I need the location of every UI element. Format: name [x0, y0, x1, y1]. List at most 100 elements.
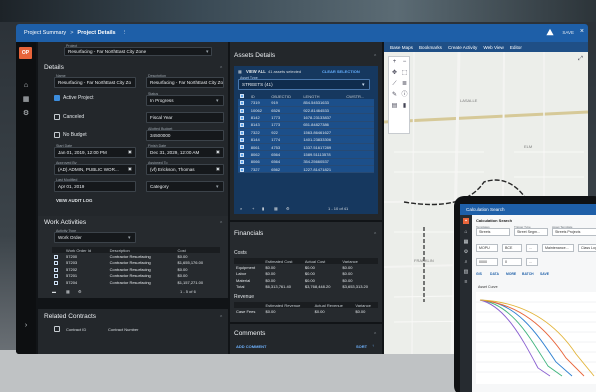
sort-button[interactable]: SORT: [356, 344, 367, 349]
approved-by-input[interactable]: (AD) ADMIN, PUBLIC WOR...: [54, 164, 136, 175]
add-comment-button[interactable]: ADD COMMENT: [236, 344, 266, 349]
view-audit-log-link[interactable]: VIEW AUDIT LOG: [56, 198, 92, 203]
collapse-chevron-icon[interactable]: ⌃: [219, 315, 223, 321]
status-select[interactable]: In Progress: [146, 95, 224, 106]
warning-icon[interactable]: [546, 28, 554, 36]
assigned-to-input[interactable]: (vf) Erickson, Thomas: [146, 164, 224, 175]
trash-icon[interactable]: ▮: [401, 103, 408, 110]
filter-field-7[interactable]: 0: [502, 258, 522, 266]
zoom-in-icon[interactable]: +: [391, 59, 398, 66]
table-row[interactable]: 57204 Contractor Resurfacing $1,157,271.00: [52, 279, 220, 286]
table-row[interactable]: 7322 922 1563.86461627: [238, 128, 374, 137]
tab-data[interactable]: DATA: [490, 272, 499, 276]
calendar-icon[interactable]: ▣: [216, 149, 220, 154]
project-select[interactable]: Resurfacing - Far NorthEast City Zone: [64, 47, 212, 56]
tab-more[interactable]: MORE: [506, 272, 516, 276]
col-header-contract-id[interactable]: Contract ID: [66, 327, 86, 332]
expand-icon[interactable]: ⤢: [577, 56, 584, 63]
table-row[interactable]: 8142 1773 1678.23133837: [238, 113, 374, 122]
close-icon[interactable]: ×: [580, 28, 584, 35]
category-select[interactable]: Category: [146, 181, 224, 192]
select-icon[interactable]: ⬚: [401, 70, 408, 77]
filter-field-2[interactable]: BCE: [502, 244, 522, 252]
clear-selection-link[interactable]: CLEAR SELECTION: [322, 69, 360, 74]
table-row[interactable]: 8061 4753 1337.51617289: [238, 143, 374, 152]
filter-field-8[interactable]: ...: [526, 258, 538, 266]
trash-icon[interactable]: ▮: [262, 206, 264, 211]
settings-icon[interactable]: ⚙: [78, 289, 82, 294]
finish-date-input[interactable]: Dec 31, 2029, 12:00 AM: [146, 147, 224, 158]
col-header-contract-number[interactable]: Contract Number: [108, 327, 138, 332]
chart-icon[interactable]: ▥: [463, 269, 469, 275]
home-icon[interactable]: ⌂: [22, 82, 30, 90]
identify-icon[interactable]: ⓘ: [401, 92, 408, 99]
canceled-checkbox[interactable]: [54, 114, 60, 120]
person-icon[interactable]: ▣: [128, 166, 132, 171]
tab-gis[interactable]: GIS: [476, 272, 482, 276]
collapse-chevron-icon[interactable]: ⌃: [219, 221, 223, 227]
templates-select[interactable]: Streets: [476, 228, 510, 236]
add-icon[interactable]: +: [252, 206, 254, 211]
calendar-icon[interactable]: ▣: [128, 149, 132, 154]
print-icon[interactable]: ▤: [391, 103, 398, 110]
tab-bookmarks[interactable]: Bookmarks: [419, 45, 442, 50]
start-date-input[interactable]: Jan 01, 2019, 12:00 PM: [54, 147, 136, 158]
grid-icon[interactable]: ▦: [463, 239, 469, 245]
table-row[interactable]: 7319 919 854.54531633: [238, 99, 374, 107]
search-icon[interactable]: ⌕: [463, 259, 469, 265]
tab-create-activity[interactable]: Create Activity: [448, 45, 477, 50]
layers-icon[interactable]: ≣: [401, 81, 408, 88]
activity-type-select[interactable]: Work Order: [54, 232, 136, 243]
home-icon[interactable]: ⌂: [463, 229, 469, 235]
active-project-checkbox[interactable]: [54, 95, 60, 101]
collapse-chevron-icon[interactable]: ⌃: [219, 66, 223, 72]
save-button[interactable]: SAVE: [562, 30, 574, 35]
tab-editor[interactable]: Editor: [510, 45, 522, 50]
collapse-chevron-icon[interactable]: ⌃: [373, 54, 377, 60]
no-budget-checkbox[interactable]: [54, 132, 60, 138]
table-row[interactable]: 10062 6526 922.81464533: [238, 106, 374, 115]
view-all-button[interactable]: VIEW ALL: [246, 69, 266, 74]
zoom-out-icon[interactable]: −: [401, 59, 408, 66]
folder-icon[interactable]: ▬: [52, 289, 56, 294]
search-icon[interactable]: ⌕: [240, 206, 242, 211]
person-icon[interactable]: ▣: [216, 166, 220, 171]
table-row[interactable]: 8066 6564 354.25660537: [238, 158, 374, 167]
measure-icon[interactable]: ⟋: [391, 81, 398, 88]
collapse-chevron-icon[interactable]: ⌃: [373, 232, 377, 238]
settings-icon[interactable]: ⚙: [22, 110, 30, 118]
filter-field-6[interactable]: 0000: [476, 258, 498, 266]
trigger-type-select[interactable]: Street Segm...: [514, 228, 548, 236]
budget-input[interactable]: 34500000: [146, 130, 224, 141]
breadcrumb-project-summary[interactable]: Project Summary: [24, 30, 66, 36]
grid-icon[interactable]: ▦: [66, 289, 70, 294]
select-all-checkbox[interactable]: [54, 326, 60, 332]
collapse-chevron-icon[interactable]: ⌃: [373, 332, 377, 338]
grid-icon[interactable]: ▦: [22, 96, 30, 104]
table-row[interactable]: 8062 6564 1589.51113578: [238, 150, 374, 159]
settings-icon[interactable]: ⚙: [463, 249, 469, 255]
description-input[interactable]: Resurfacing - Far NorthEast City Zo: [146, 77, 224, 88]
arrow-up-icon[interactable]: ↑: [372, 343, 374, 348]
table-row[interactable]: 8144 1774 1401.23833306: [238, 135, 374, 144]
filter-field-4[interactable]: Maintenance...: [542, 244, 574, 252]
list-icon[interactable]: ≡: [463, 279, 469, 285]
tab-save[interactable]: SAVE: [540, 272, 549, 276]
table-row[interactable]: 8143 1773 651.84827386: [238, 121, 374, 130]
more-options-icon[interactable]: ⋮: [122, 30, 128, 36]
asset-type-select[interactable]: STREETS (41): [238, 79, 370, 90]
draw-icon[interactable]: ✎: [391, 92, 398, 99]
filter-field-3[interactable]: ...: [526, 244, 538, 252]
table-row[interactable]: 7327 6562 1227.81471821: [238, 165, 374, 174]
fiscal-year-input[interactable]: Fiscal Year: [146, 112, 224, 123]
settings-icon[interactable]: ⚙: [286, 206, 290, 211]
filter-field-5[interactable]: Class Log...: [578, 244, 596, 252]
tab-batch[interactable]: BATCH: [522, 272, 534, 276]
name-input[interactable]: Resurfacing - Far NorthEast City Zo: [54, 77, 136, 88]
grid-icon[interactable]: ▦: [274, 206, 278, 211]
filter-field-1[interactable]: MOPU: [476, 244, 498, 252]
pan-icon[interactable]: ✥: [391, 70, 398, 77]
tab-web-view[interactable]: Web View: [483, 45, 504, 50]
expand-chevron-icon[interactable]: ›: [22, 322, 30, 330]
tab-base-maps[interactable]: Base Maps: [390, 45, 413, 50]
